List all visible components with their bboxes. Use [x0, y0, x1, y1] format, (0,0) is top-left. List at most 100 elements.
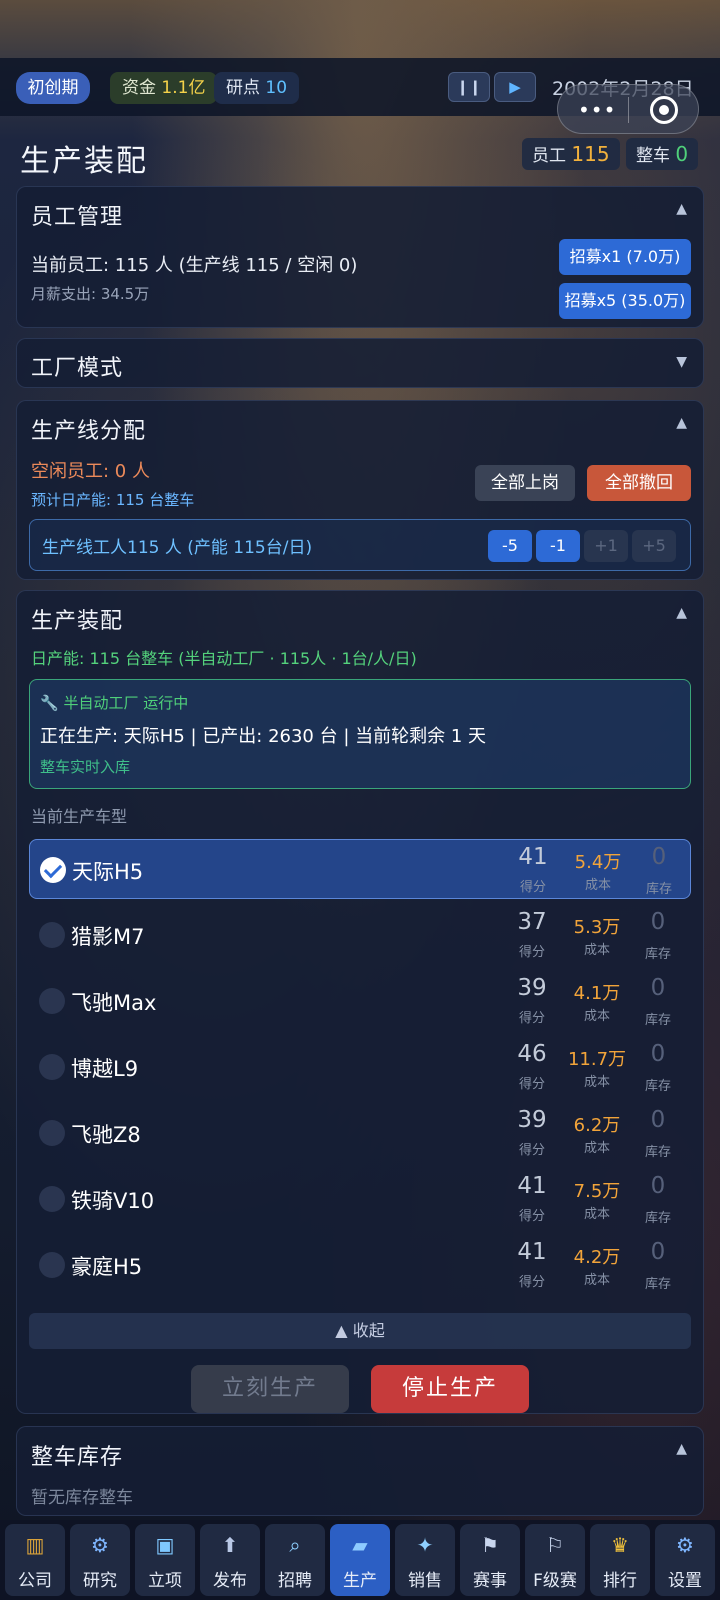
car-model-row[interactable]: 飞驰Max 39 得分 4.1万 成本 0 库存 [29, 971, 691, 1031]
inventory-empty: 暂无库存整车 [31, 1488, 133, 1508]
play-button[interactable]: ▶ [494, 72, 536, 102]
staff-panel: 员工管理 ▲ 当前员工: 115 人 (生产线 115 / 空闲 0) 月薪支出… [16, 186, 704, 328]
hire-x1-button[interactable]: 招募x1 (7.0万) [559, 239, 691, 275]
car-model-row[interactable]: 猎影M7 37 得分 5.3万 成本 0 库存 [29, 905, 691, 965]
close-target-icon[interactable] [650, 96, 678, 124]
trophy-icon: ♛ [611, 1533, 629, 1557]
collapse-caret-icon[interactable]: ▲ [676, 1441, 687, 1457]
assembly-title: 生产装配 [31, 609, 124, 634]
nav-label: 发布 [213, 1571, 247, 1591]
cost-label: 成本 [583, 1075, 610, 1090]
nav-item-recruit[interactable]: ⌕ 招聘 [265, 1524, 325, 1596]
radio-icon[interactable] [39, 1120, 65, 1146]
car-cost: 11.7万 [567, 1049, 627, 1070]
checked-radio-icon[interactable] [40, 857, 66, 883]
nav-label: 赛事 [473, 1571, 507, 1591]
collapse-caret-icon[interactable]: ▲ [676, 201, 687, 217]
car-score: 41 [518, 844, 548, 870]
forecast-capacity: 预计日产能: 115 台整车 [31, 491, 195, 509]
staff-salary: 月薪支出: 34.5万 [31, 285, 150, 303]
research-label: 研点 [226, 78, 260, 98]
minus1-button[interactable]: -1 [536, 530, 580, 562]
car-model-row[interactable]: 飞驰Z8 39 得分 6.2万 成本 0 库存 [29, 1103, 691, 1163]
nav-item-building[interactable]: ▥ 公司 [5, 1524, 65, 1596]
settings-icon: ⚙ [676, 1533, 694, 1557]
car-model-row[interactable]: 博越L9 46 得分 11.7万 成本 0 库存 [29, 1037, 691, 1097]
fund-value: 1.1亿 [161, 78, 206, 98]
car-cost: 4.2万 [573, 1247, 621, 1268]
collapse-caret-icon[interactable]: ▲ [676, 605, 687, 621]
research-value: 10 [265, 78, 288, 98]
score-label: 得分 [518, 1143, 545, 1158]
expand-caret-icon[interactable]: ▼ [676, 354, 687, 370]
radio-icon[interactable] [39, 922, 65, 948]
car-model-row[interactable]: 豪庭H5 41 得分 4.2万 成本 0 库存 [29, 1235, 691, 1295]
nav-item-race[interactable]: ⚑ 赛事 [460, 1524, 520, 1596]
hire-x5-button[interactable]: 招募x5 (35.0万) [559, 283, 691, 319]
plus5-button[interactable]: +5 [632, 530, 676, 562]
mini-program-capsule[interactable]: ••• [557, 84, 699, 134]
car-name: 铁骑V10 [71, 1189, 155, 1213]
fund-label: 资金 [122, 78, 156, 98]
nav-label: 销售 [408, 1571, 442, 1591]
car-cost: 5.4万 [574, 852, 622, 873]
nav-item-trophy[interactable]: ♛ 排行 [590, 1524, 650, 1596]
inventory-title: 整车库存 [31, 1445, 124, 1470]
more-icon[interactable]: ••• [578, 98, 616, 122]
car-name: 博越L9 [71, 1057, 139, 1081]
car-name: 飞驰Z8 [71, 1123, 141, 1147]
all-on-duty-button[interactable]: 全部上岗 [475, 465, 575, 501]
produce-now-button[interactable]: 立刻生产 [191, 1365, 349, 1413]
collapse-list-button[interactable]: ▲ 收起 [29, 1313, 691, 1349]
factory-status-text: 半自动工厂 运行中 [63, 694, 189, 712]
radio-icon[interactable] [39, 1054, 65, 1080]
stock-label: 库存 [644, 1211, 671, 1226]
nav-item-project[interactable]: ▣ 立项 [135, 1524, 195, 1596]
car-score: 41 [517, 1239, 547, 1265]
car-cost: 4.1万 [573, 983, 621, 1004]
pause-button[interactable]: ❙❙ [448, 72, 490, 102]
car-stock: 0 [650, 975, 666, 1001]
nav-item-sales[interactable]: ✦ 销售 [395, 1524, 455, 1596]
capsule-divider [628, 97, 629, 123]
factory-mode-panel[interactable]: 工厂模式 ▼ [16, 338, 704, 388]
line-assign-title: 生产线分配 [31, 419, 147, 444]
car-cost: 5.3万 [573, 917, 621, 938]
inventory-panel: 整车库存 ▲ 暂无库存整车 [16, 1426, 704, 1516]
car-name: 天际H5 [72, 860, 144, 884]
nav-label: 立项 [148, 1571, 182, 1591]
car-model-row[interactable]: 天际H5 41 得分 5.4万 成本 0 库存 [29, 839, 691, 899]
nav-item-research[interactable]: ⚙ 研究 [70, 1524, 130, 1596]
nav-item-settings[interactable]: ⚙ 设置 [655, 1524, 715, 1596]
line-workers-text: 生产线工人115 人 (产能 115台/日) [42, 538, 313, 558]
car-score: 37 [517, 909, 547, 935]
minus5-button[interactable]: -5 [488, 530, 532, 562]
cost-label: 成本 [583, 1207, 610, 1222]
stop-production-button[interactable]: 停止生产 [371, 1365, 529, 1413]
stock-label: 库存 [644, 1145, 671, 1160]
radio-icon[interactable] [39, 1186, 65, 1212]
research-icon: ⚙ [91, 1533, 109, 1557]
production-status: 正在生产: 天际H5 | 已产出: 2630 台 | 当前轮剩余 1 天 [40, 726, 486, 747]
nav-item-launch[interactable]: ⬆ 发布 [200, 1524, 260, 1596]
idle-employees: 空闲员工: 0 人 [31, 461, 150, 482]
car-model-row[interactable]: 铁骑V10 41 得分 7.5万 成本 0 库存 [29, 1169, 691, 1229]
staff-current: 当前员工: 115 人 (生产线 115 / 空闲 0) [31, 255, 358, 276]
nav-item-car[interactable]: ▰ 生产 [330, 1524, 390, 1596]
radio-icon[interactable] [39, 1252, 65, 1278]
nav-label: 研究 [83, 1571, 117, 1591]
stock-label: 库存 [644, 1013, 671, 1028]
radio-icon[interactable] [39, 988, 65, 1014]
page-title: 生产装配 [20, 144, 148, 179]
factory-status-title: 🔧 半自动工厂 运行中 [40, 692, 188, 713]
car-stock: 0 [650, 1041, 666, 1067]
bottom-navigation: ▥ 公司 ⚙ 研究 ▣ 立项 ⬆ 发布 ⌕ 招聘 ▰ 生产 ✦ 销售 ⚑ 赛事 ⚐ F级赛 ♛ 排行 ⚙ 设置 [0, 1520, 720, 1600]
car-score: 39 [517, 1107, 547, 1133]
employee-label: 员工 [532, 146, 566, 166]
nav-item-formula[interactable]: ⚐ F级赛 [525, 1524, 585, 1596]
car-cost: 7.5万 [573, 1181, 621, 1202]
all-recall-button[interactable]: 全部撤回 [587, 465, 691, 501]
plus1-button[interactable]: +1 [584, 530, 628, 562]
car-stock: 0 [651, 844, 667, 870]
collapse-caret-icon[interactable]: ▲ [676, 415, 687, 431]
